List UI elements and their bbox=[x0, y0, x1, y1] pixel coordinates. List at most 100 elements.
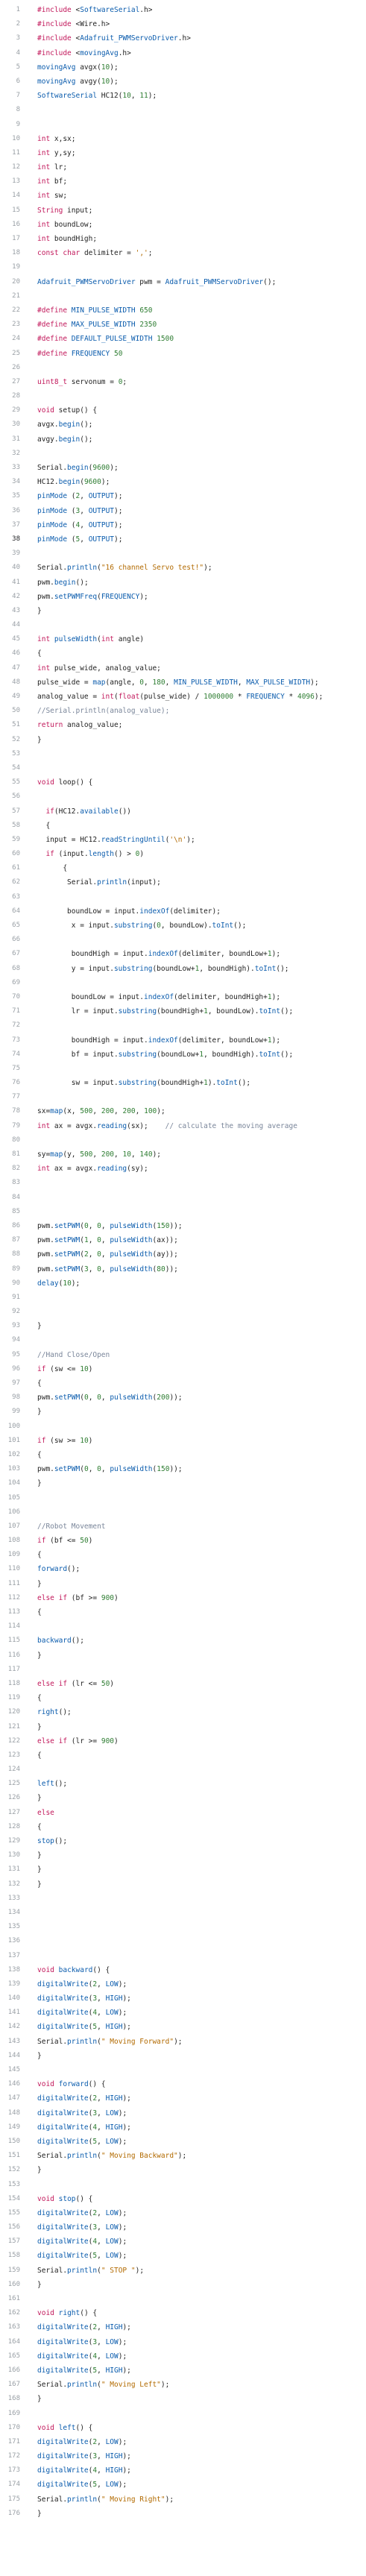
code-line[interactable]: 153 bbox=[0, 2178, 366, 2192]
code-text[interactable]: digitalWrite(2, LOW); bbox=[37, 1977, 127, 1991]
code-line[interactable]: 64 boundLow = input.indexOf(delimiter); bbox=[0, 904, 366, 919]
code-line[interactable]: 12 int lr; bbox=[0, 160, 366, 174]
code-text[interactable]: digitalWrite(5, LOW); bbox=[37, 2249, 127, 2263]
code-line[interactable]: 6 movingAvg avgy(10); bbox=[0, 75, 366, 89]
code-text[interactable]: sw = input.substring(boundHigh+1).toInt(… bbox=[37, 1076, 250, 1090]
code-line[interactable]: 28 bbox=[0, 389, 366, 403]
code-line[interactable]: 121} bbox=[0, 1720, 366, 1734]
code-text[interactable]: input = HC12.readStringUntil('\n'); bbox=[37, 833, 195, 847]
code-text[interactable]: boundLow = input.indexOf(delimiter); bbox=[37, 904, 221, 919]
code-line[interactable]: 119 { bbox=[0, 1691, 366, 1705]
code-line[interactable]: 42 pwm.setPWMFreq(FREQUENCY); bbox=[0, 590, 366, 604]
code-line[interactable]: 15 String input; bbox=[0, 204, 366, 218]
code-line[interactable]: 163 digitalWrite(2, HIGH); bbox=[0, 2320, 366, 2334]
code-line[interactable]: 68 y = input.substring(boundLow+1, bound… bbox=[0, 962, 366, 976]
code-text[interactable]: uint8_t servonum = 0; bbox=[37, 375, 127, 389]
code-line[interactable]: 88 pwm.setPWM(2, 0, pulseWidth(ay)); bbox=[0, 1247, 366, 1262]
code-text[interactable]: const char delimiter = ','; bbox=[37, 246, 153, 260]
code-line[interactable]: 111} bbox=[0, 1577, 366, 1591]
code-line[interactable]: 3 #include <Adafruit_PWMServoDriver.h> bbox=[0, 31, 366, 45]
code-line[interactable]: 171 digitalWrite(2, LOW); bbox=[0, 2435, 366, 2449]
code-text[interactable]: avgy.begin(); bbox=[37, 432, 92, 447]
code-line[interactable]: 115 backward(); bbox=[0, 1634, 366, 1648]
code-line[interactable]: 31 avgy.begin(); bbox=[0, 432, 366, 447]
code-line[interactable]: 8 bbox=[0, 103, 366, 117]
code-line[interactable]: 13 int bf; bbox=[0, 174, 366, 189]
code-line[interactable]: 36 pinMode (3, OUTPUT); bbox=[0, 504, 366, 518]
code-text[interactable]: //Robot Movement bbox=[37, 1520, 106, 1534]
code-text[interactable]: int boundHigh; bbox=[37, 232, 97, 246]
code-line[interactable]: 65 x = input.substring(0, boundLow).toIn… bbox=[0, 919, 366, 933]
code-text[interactable]: } bbox=[37, 604, 42, 618]
code-text[interactable]: analog_value = int(float(pulse_wide) / 1… bbox=[37, 690, 323, 704]
code-text[interactable]: #define MAX_PULSE_WIDTH 2350 bbox=[37, 318, 157, 332]
code-line[interactable]: 129 stop(); bbox=[0, 1834, 366, 1848]
code-line[interactable]: 130} bbox=[0, 1848, 366, 1862]
code-line[interactable]: 66 bbox=[0, 933, 366, 947]
code-line[interactable]: 29 void setup() { bbox=[0, 403, 366, 418]
code-text[interactable]: { bbox=[37, 646, 42, 661]
code-line[interactable]: 161 bbox=[0, 2292, 366, 2306]
code-line[interactable]: 5 movingAvg avgx(10); bbox=[0, 60, 366, 75]
code-text[interactable]: digitalWrite(2, HIGH); bbox=[37, 2320, 131, 2334]
code-line[interactable]: 98 pwm.setPWM(0, 0, pulseWidth(200)); bbox=[0, 1391, 366, 1405]
code-text[interactable]: delay(10); bbox=[37, 1276, 80, 1291]
code-text[interactable]: Serial.println(" Moving Forward"); bbox=[37, 2035, 183, 2049]
code-text[interactable]: } bbox=[37, 1648, 42, 1663]
code-text[interactable]: #define FREQUENCY 50 bbox=[37, 347, 122, 361]
code-line[interactable]: 49 analog_value = int(float(pulse_wide) /… bbox=[0, 690, 366, 704]
code-line[interactable]: 101 if (sw >= 10) bbox=[0, 1434, 366, 1448]
code-text[interactable]: movingAvg avgx(10); bbox=[37, 60, 119, 75]
code-text[interactable]: #include <Wire.h> bbox=[37, 17, 110, 31]
code-text[interactable]: if (sw <= 10) bbox=[37, 1362, 92, 1376]
code-line[interactable]: 44 bbox=[0, 618, 366, 632]
code-text[interactable]: digitalWrite(3, HIGH); bbox=[37, 1991, 131, 2006]
code-line[interactable]: 51 return analog_value; bbox=[0, 718, 366, 732]
code-text[interactable]: void backward() { bbox=[37, 1963, 110, 1977]
code-line[interactable]: 25 #define FREQUENCY 50 bbox=[0, 347, 366, 361]
code-line[interactable]: 174 digitalWrite(5, LOW); bbox=[0, 2478, 366, 2492]
code-text[interactable]: Adafruit_PWMServoDriver pwm = Adafruit_P… bbox=[37, 275, 276, 289]
code-line[interactable]: 136 bbox=[0, 1934, 366, 1948]
code-line[interactable]: 17 int boundHigh; bbox=[0, 232, 366, 246]
code-text[interactable]: stop(); bbox=[37, 1834, 67, 1848]
code-text[interactable]: digitalWrite(3, LOW); bbox=[37, 2106, 127, 2120]
code-text[interactable]: x = input.substring(0, boundLow).toInt()… bbox=[37, 919, 247, 933]
code-text[interactable]: bf = input.substring(boundLow+1, boundHi… bbox=[37, 1048, 293, 1062]
code-line[interactable]: 157 digitalWrite(4, LOW); bbox=[0, 2235, 366, 2249]
code-line[interactable]: 67 boundHigh = input.indexOf(delimiter, … bbox=[0, 947, 366, 961]
code-line[interactable]: 10 int x,sx; bbox=[0, 132, 366, 146]
code-line[interactable]: 158 digitalWrite(5, LOW); bbox=[0, 2249, 366, 2263]
code-text[interactable]: } bbox=[37, 1577, 42, 1591]
code-line[interactable]: 48 pulse_wide = map(angle, 0, 180, MIN_PU… bbox=[0, 676, 366, 690]
code-text[interactable]: pinMode (5, OUTPUT); bbox=[37, 532, 122, 547]
code-text[interactable]: int y,sy; bbox=[37, 146, 76, 160]
code-text[interactable]: SoftwareSerial HC12(10, 11); bbox=[37, 89, 157, 103]
code-text[interactable]: #include <SoftwareSerial.h> bbox=[37, 3, 152, 17]
code-text[interactable]: pwm.setPWM(0, 0, pulseWidth(200)); bbox=[37, 1391, 183, 1405]
code-line[interactable]: 26 bbox=[0, 361, 366, 375]
code-text[interactable]: int lr; bbox=[37, 160, 67, 174]
code-line[interactable]: 120 right(); bbox=[0, 1705, 366, 1719]
code-line[interactable]: 132} bbox=[0, 1877, 366, 1892]
code-line[interactable]: 109 { bbox=[0, 1548, 366, 1562]
code-text[interactable]: else if (lr >= 900) bbox=[37, 1734, 119, 1748]
code-text[interactable]: pwm.setPWMFreq(FREQUENCY); bbox=[37, 590, 148, 604]
code-line[interactable]: 19 bbox=[0, 260, 366, 274]
code-text[interactable]: //Hand Close/Open bbox=[37, 1348, 110, 1362]
code-line[interactable]: 27 uint8_t servonum = 0; bbox=[0, 375, 366, 389]
code-text[interactable]: } bbox=[37, 2278, 42, 2292]
code-line[interactable]: 9 bbox=[0, 118, 366, 132]
code-text[interactable]: digitalWrite(4, HIGH); bbox=[37, 2120, 131, 2135]
code-text[interactable]: boundHigh = input.indexOf(delimiter, bou… bbox=[37, 1033, 280, 1048]
code-text[interactable]: lr = input.substring(boundHigh+1, boundL… bbox=[37, 1004, 293, 1018]
code-text[interactable]: int ax = avgx.reading(sy); bbox=[37, 1162, 148, 1176]
code-text[interactable]: String input; bbox=[37, 204, 92, 218]
code-text[interactable]: int pulse_wide, analog_value; bbox=[37, 661, 161, 676]
code-line[interactable]: 76 sw = input.substring(boundHigh+1).toI… bbox=[0, 1076, 366, 1090]
code-line[interactable]: 73 boundHigh = input.indexOf(delimiter, … bbox=[0, 1033, 366, 1048]
code-line[interactable]: 18 const char delimiter = ','; bbox=[0, 246, 366, 260]
code-line[interactable]: 151 Serial.println(" Moving Backward"); bbox=[0, 2149, 366, 2163]
code-text[interactable]: digitalWrite(3, LOW); bbox=[37, 2335, 127, 2349]
code-text[interactable]: } bbox=[37, 1848, 42, 1862]
